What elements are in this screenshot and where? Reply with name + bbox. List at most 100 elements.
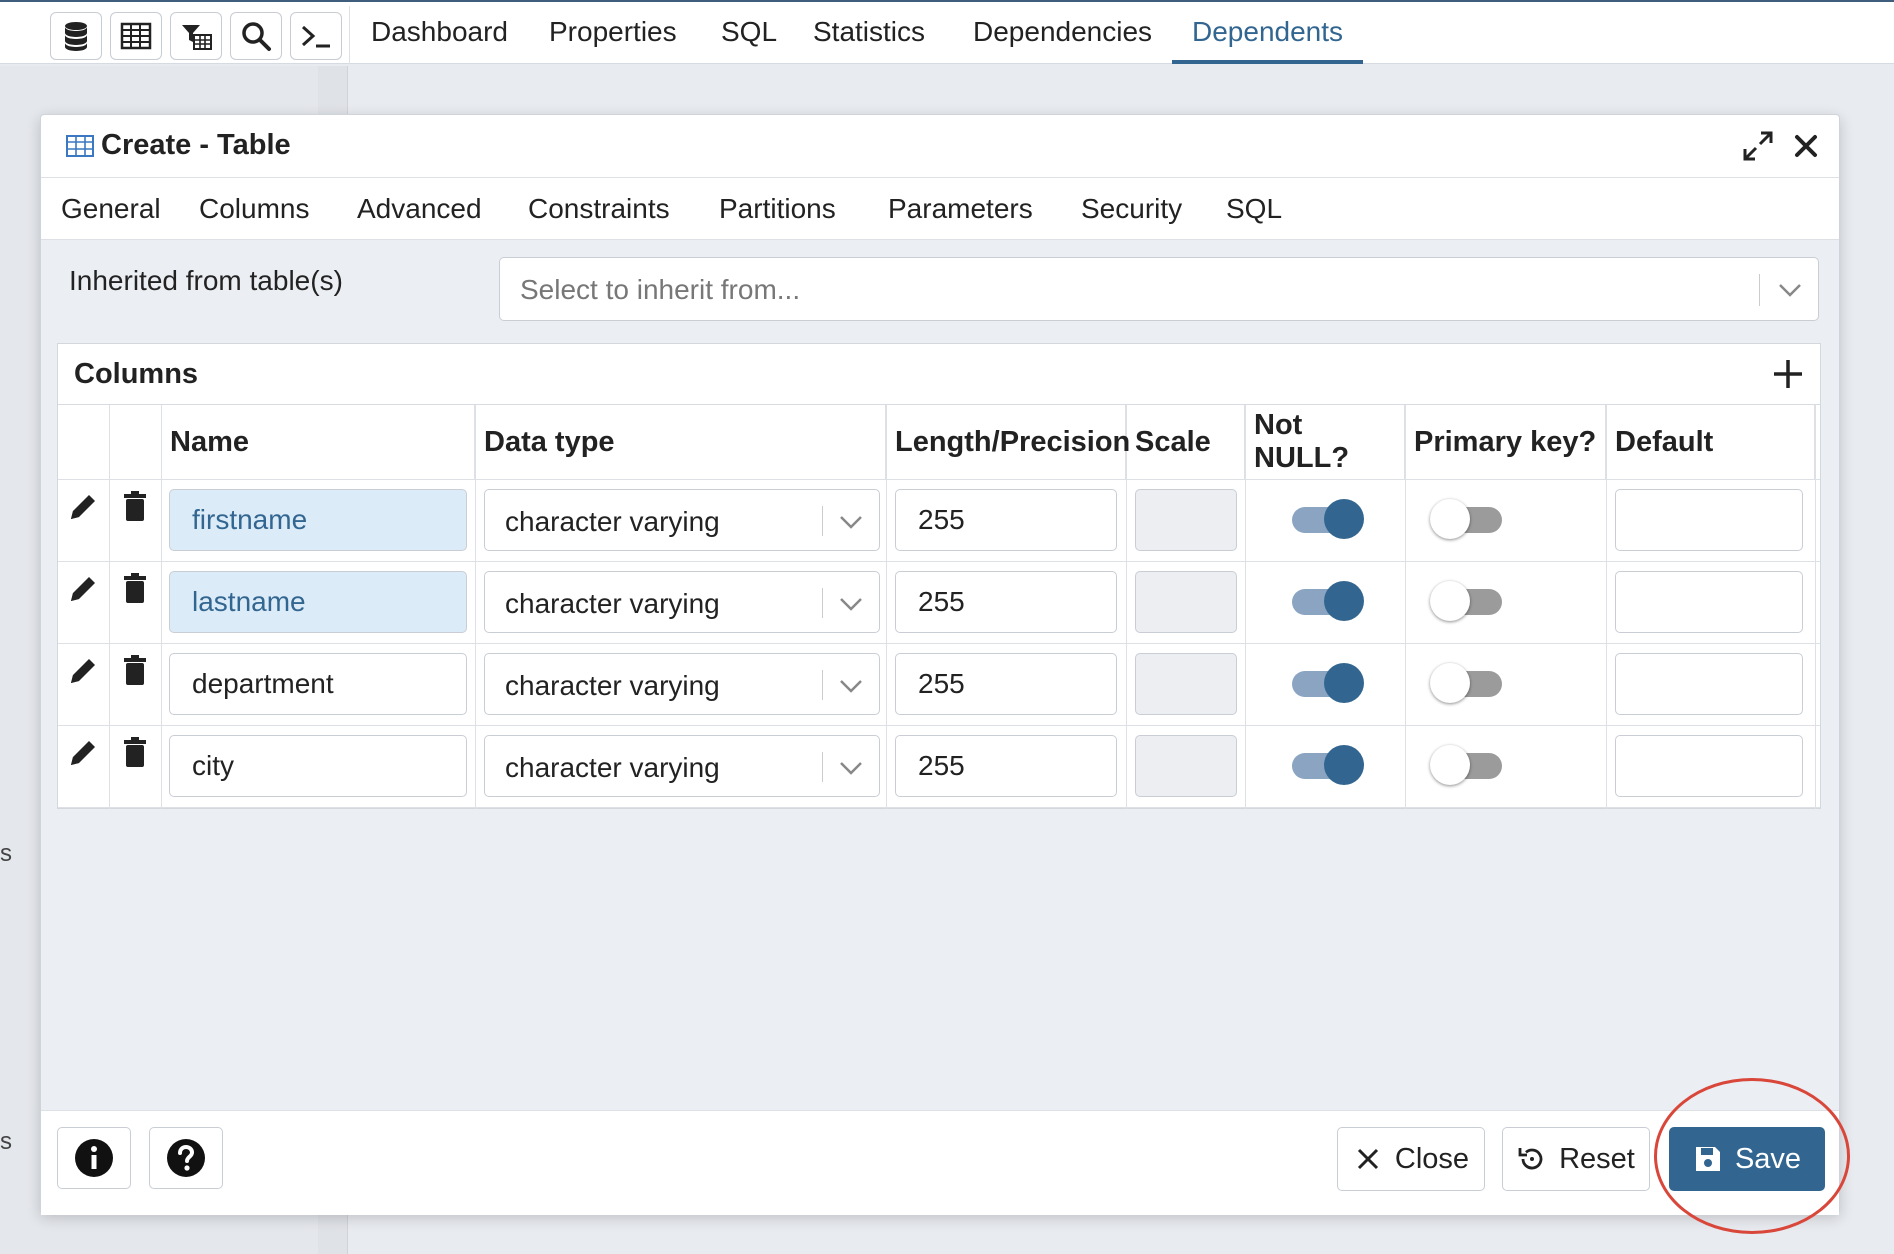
chevron-down-icon[interactable] xyxy=(837,674,865,698)
column-name-input[interactable]: firstname xyxy=(169,489,467,551)
tree-item-fragment[interactable]: s xyxy=(0,840,12,868)
toggle-knob xyxy=(1324,663,1364,703)
data-type-select[interactable]: character varying xyxy=(484,571,880,633)
grid-line xyxy=(58,725,1820,726)
close-button[interactable]: Close xyxy=(1337,1127,1485,1191)
delete-icon[interactable] xyxy=(118,490,152,524)
table-grid-icon[interactable] xyxy=(110,12,162,60)
reset-button[interactable]: Reset xyxy=(1502,1127,1650,1191)
edit-icon[interactable] xyxy=(66,572,100,606)
close-button-label: Close xyxy=(1394,1142,1470,1175)
chevron-down-icon[interactable] xyxy=(1776,278,1804,302)
column-name-input[interactable]: lastname xyxy=(169,571,467,633)
header-primary-key[interactable]: Primary key? xyxy=(1406,405,1606,479)
close-icon[interactable] xyxy=(1789,129,1823,163)
delete-icon[interactable] xyxy=(118,736,152,770)
toggle-knob xyxy=(1324,499,1364,539)
reset-icon xyxy=(1518,1148,1543,1170)
data-type-select[interactable]: character varying xyxy=(484,653,880,715)
grid-line xyxy=(109,405,110,809)
scale-input xyxy=(1135,489,1237,551)
header-scale[interactable]: Scale xyxy=(1127,405,1245,479)
header-default[interactable]: Default xyxy=(1607,405,1815,479)
header-length-precision[interactable]: Length/Precision xyxy=(887,405,1130,479)
toggle-knob xyxy=(1324,745,1364,785)
scale-input xyxy=(1135,571,1237,633)
top-tab-dashboard[interactable]: Dashboard xyxy=(371,16,508,64)
terminal-icon[interactable] xyxy=(290,12,342,60)
data-type-select[interactable]: character varying xyxy=(484,489,880,551)
table-filter-icon[interactable] xyxy=(170,12,222,60)
top-tab-sql[interactable]: SQL xyxy=(721,16,777,64)
columns-panel: Columns Name Data type Length/Precision … xyxy=(57,343,1821,809)
help-button[interactable] xyxy=(149,1127,223,1189)
default-input[interactable] xyxy=(1615,489,1803,551)
delete-icon[interactable] xyxy=(118,654,152,688)
not-null-toggle[interactable] xyxy=(1286,745,1364,785)
toolbar-separator xyxy=(349,6,350,64)
create-table-dialog: Create - Table General Columns Advanced … xyxy=(40,114,1840,1215)
primary-key-toggle[interactable] xyxy=(1430,581,1508,621)
data-type-value: character varying xyxy=(505,506,720,537)
grid-line xyxy=(58,807,1820,808)
primary-key-toggle[interactable] xyxy=(1430,663,1508,703)
data-type-value: character varying xyxy=(505,588,720,619)
select-separator xyxy=(822,670,823,700)
table-icon xyxy=(66,134,94,157)
grid-line xyxy=(58,643,1820,644)
toggle-knob xyxy=(1430,745,1470,785)
primary-key-toggle[interactable] xyxy=(1430,745,1508,785)
inherit-label: Inherited from table(s) xyxy=(69,265,343,296)
not-null-toggle[interactable] xyxy=(1286,581,1364,621)
edit-icon[interactable] xyxy=(66,654,100,688)
data-type-value: character varying xyxy=(505,752,720,783)
chevron-down-icon[interactable] xyxy=(837,510,865,534)
length-input[interactable]: 255 xyxy=(895,571,1117,633)
divider xyxy=(41,177,1839,178)
primary-key-toggle[interactable] xyxy=(1430,499,1508,539)
header-not-null[interactable]: Not NULL? xyxy=(1246,405,1405,479)
save-icon xyxy=(1695,1147,1720,1171)
data-type-select[interactable]: character varying xyxy=(484,735,880,797)
info-button[interactable] xyxy=(57,1127,131,1189)
top-tab-dependencies[interactable]: Dependencies xyxy=(973,16,1152,64)
scale-input xyxy=(1135,735,1237,797)
select-separator xyxy=(822,506,823,536)
columns-panel-title: Columns xyxy=(74,358,199,390)
top-tab-statistics[interactable]: Statistics xyxy=(813,16,925,64)
default-input[interactable] xyxy=(1615,735,1803,797)
inherit-placeholder: Select to inherit from... xyxy=(520,274,801,305)
edit-icon[interactable] xyxy=(66,736,100,770)
save-button[interactable]: Save xyxy=(1669,1127,1825,1191)
inherit-select[interactable]: Select to inherit from... xyxy=(499,257,1819,321)
toggle-knob xyxy=(1324,581,1364,621)
database-icon[interactable] xyxy=(50,12,102,60)
default-input[interactable] xyxy=(1615,571,1803,633)
select-separator xyxy=(1759,274,1760,306)
header-data-type[interactable]: Data type xyxy=(476,405,886,479)
grid-line xyxy=(58,479,1820,480)
info-icon xyxy=(75,1139,113,1177)
top-tab-dependents[interactable]: Dependents xyxy=(1172,16,1364,64)
tree-item-fragment[interactable]: s xyxy=(0,1128,12,1156)
length-input[interactable]: 255 xyxy=(895,653,1117,715)
add-column-icon[interactable] xyxy=(1768,354,1808,394)
header-name[interactable]: Name xyxy=(162,405,475,479)
maximize-icon[interactable] xyxy=(1741,129,1775,163)
delete-icon[interactable] xyxy=(118,572,152,606)
not-null-toggle[interactable] xyxy=(1286,663,1364,703)
edit-icon[interactable] xyxy=(66,490,100,524)
not-null-toggle[interactable] xyxy=(1286,499,1364,539)
search-icon[interactable] xyxy=(230,12,282,60)
top-toolbar: Dashboard Properties SQL Statistics Depe… xyxy=(0,0,1894,64)
length-input[interactable]: 255 xyxy=(895,489,1117,551)
length-input[interactable]: 255 xyxy=(895,735,1117,797)
top-tab-properties[interactable]: Properties xyxy=(549,16,677,64)
scale-input xyxy=(1135,653,1237,715)
close-x-icon xyxy=(1357,1148,1378,1170)
column-name-input[interactable]: department xyxy=(169,653,467,715)
default-input[interactable] xyxy=(1615,653,1803,715)
column-name-input[interactable]: city xyxy=(169,735,467,797)
chevron-down-icon[interactable] xyxy=(837,592,865,616)
chevron-down-icon[interactable] xyxy=(837,756,865,780)
